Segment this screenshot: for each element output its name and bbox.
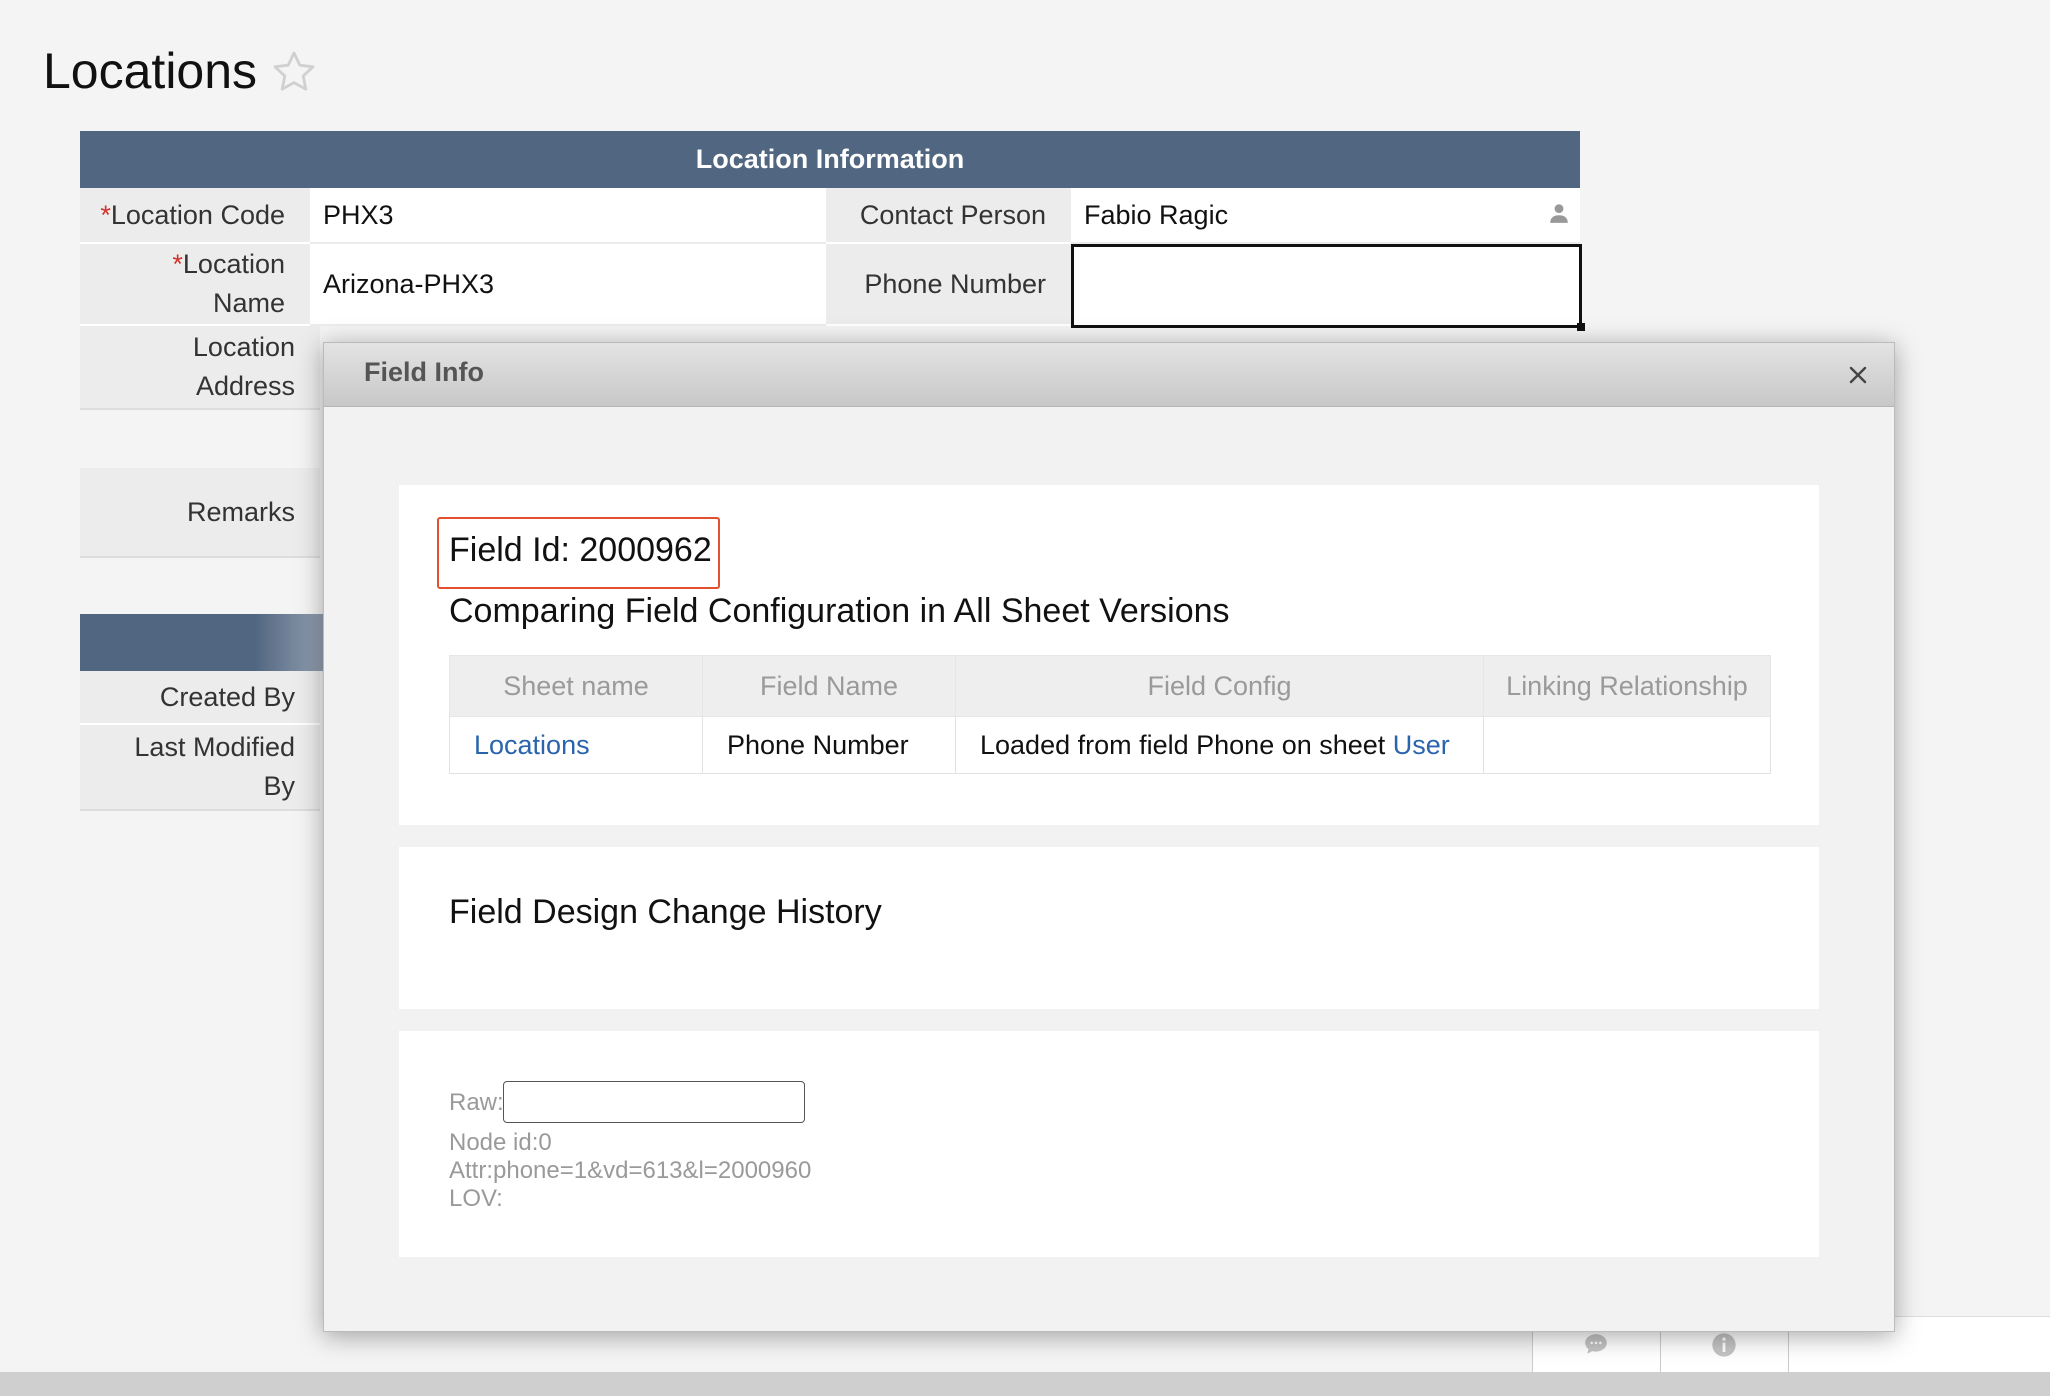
field-name-cell: Phone Number [702,716,956,774]
required-marker: * [172,249,183,279]
field-config-panel: Field Id: 2000962 Comparing Field Config… [399,485,1819,825]
attr-text: Attr:phone=1&vd=613&l=2000960 [449,1157,812,1184]
location-info-title: Location Information [695,144,965,174]
location-address-label: Location Address [80,326,320,410]
person-icon[interactable] [1548,202,1570,224]
dialog-title: Field Info [364,357,484,387]
info-icon[interactable] [1710,1331,1738,1359]
remarks-label: Remarks [80,468,320,558]
star-icon[interactable] [270,48,318,96]
contact-person-field[interactable]: Fabio Ragic [1071,188,1580,244]
field-config-cell: Loaded from field Phone on sheet User [955,716,1484,774]
sheet-link-locations[interactable]: Locations [474,730,590,760]
phone-number-label: Phone Number [826,244,1071,326]
contact-person-label: Contact Person [826,188,1071,244]
raw-input[interactable] [503,1081,805,1123]
compare-heading: Comparing Field Configuration in All She… [449,592,1230,630]
location-code-field[interactable]: PHX3 [310,188,826,244]
created-by-label: Created By [80,671,320,725]
lov-text: LOV: [449,1185,503,1212]
page-title: Locations [43,43,258,99]
field-info-dialog: Field Info Field Id: 2000962 Comparing F… [323,342,1895,1332]
record-info-header [80,614,330,671]
table-header-row: Sheet name Field Name Field Config Linki… [449,655,1771,717]
history-heading: Field Design Change History [449,893,882,931]
raw-label: Raw: [449,1089,504,1116]
header-field-name: Field Name [702,655,956,717]
debug-panel: Raw: Node id:0 Attr:phone=1&vd=613&l=200… [399,1031,1819,1257]
field-id: Field Id: 2000962 [449,531,712,569]
table-row: Locations Phone Number Loaded from field… [449,716,1771,774]
node-id: Node id:0 [449,1129,552,1156]
location-name-field[interactable]: Arizona-PHX3 [310,244,826,326]
fill-handle[interactable] [1577,323,1585,331]
location-info-header: Location Information [80,131,1580,188]
linking-relationship-cell [1483,716,1771,774]
header-linking-relationship: Linking Relationship [1483,655,1771,717]
location-name-label: *Location Name [80,244,310,326]
last-modified-by-label: Last Modified By [80,725,320,811]
contact-person-value: Fabio Ragic [1084,199,1229,230]
phone-number-field[interactable] [1071,244,1585,331]
versions-table: Sheet name Field Name Field Config Linki… [449,655,1771,774]
history-panel: Field Design Change History [399,847,1819,1009]
location-code-label: * Location Code [80,188,310,244]
dialog-titlebar[interactable]: Field Info [324,343,1894,407]
location-name-value: Arizona-PHX3 [323,268,495,299]
sheet-link-user[interactable]: User [1393,730,1450,760]
header-sheet-name: Sheet name [449,655,703,717]
required-marker: * [100,199,111,230]
close-icon[interactable] [1846,363,1870,387]
location-code-value: PHX3 [323,199,394,230]
header-field-config: Field Config [955,655,1484,717]
chat-icon[interactable] [1582,1331,1610,1357]
bottom-scroll-bar [0,1372,2050,1396]
